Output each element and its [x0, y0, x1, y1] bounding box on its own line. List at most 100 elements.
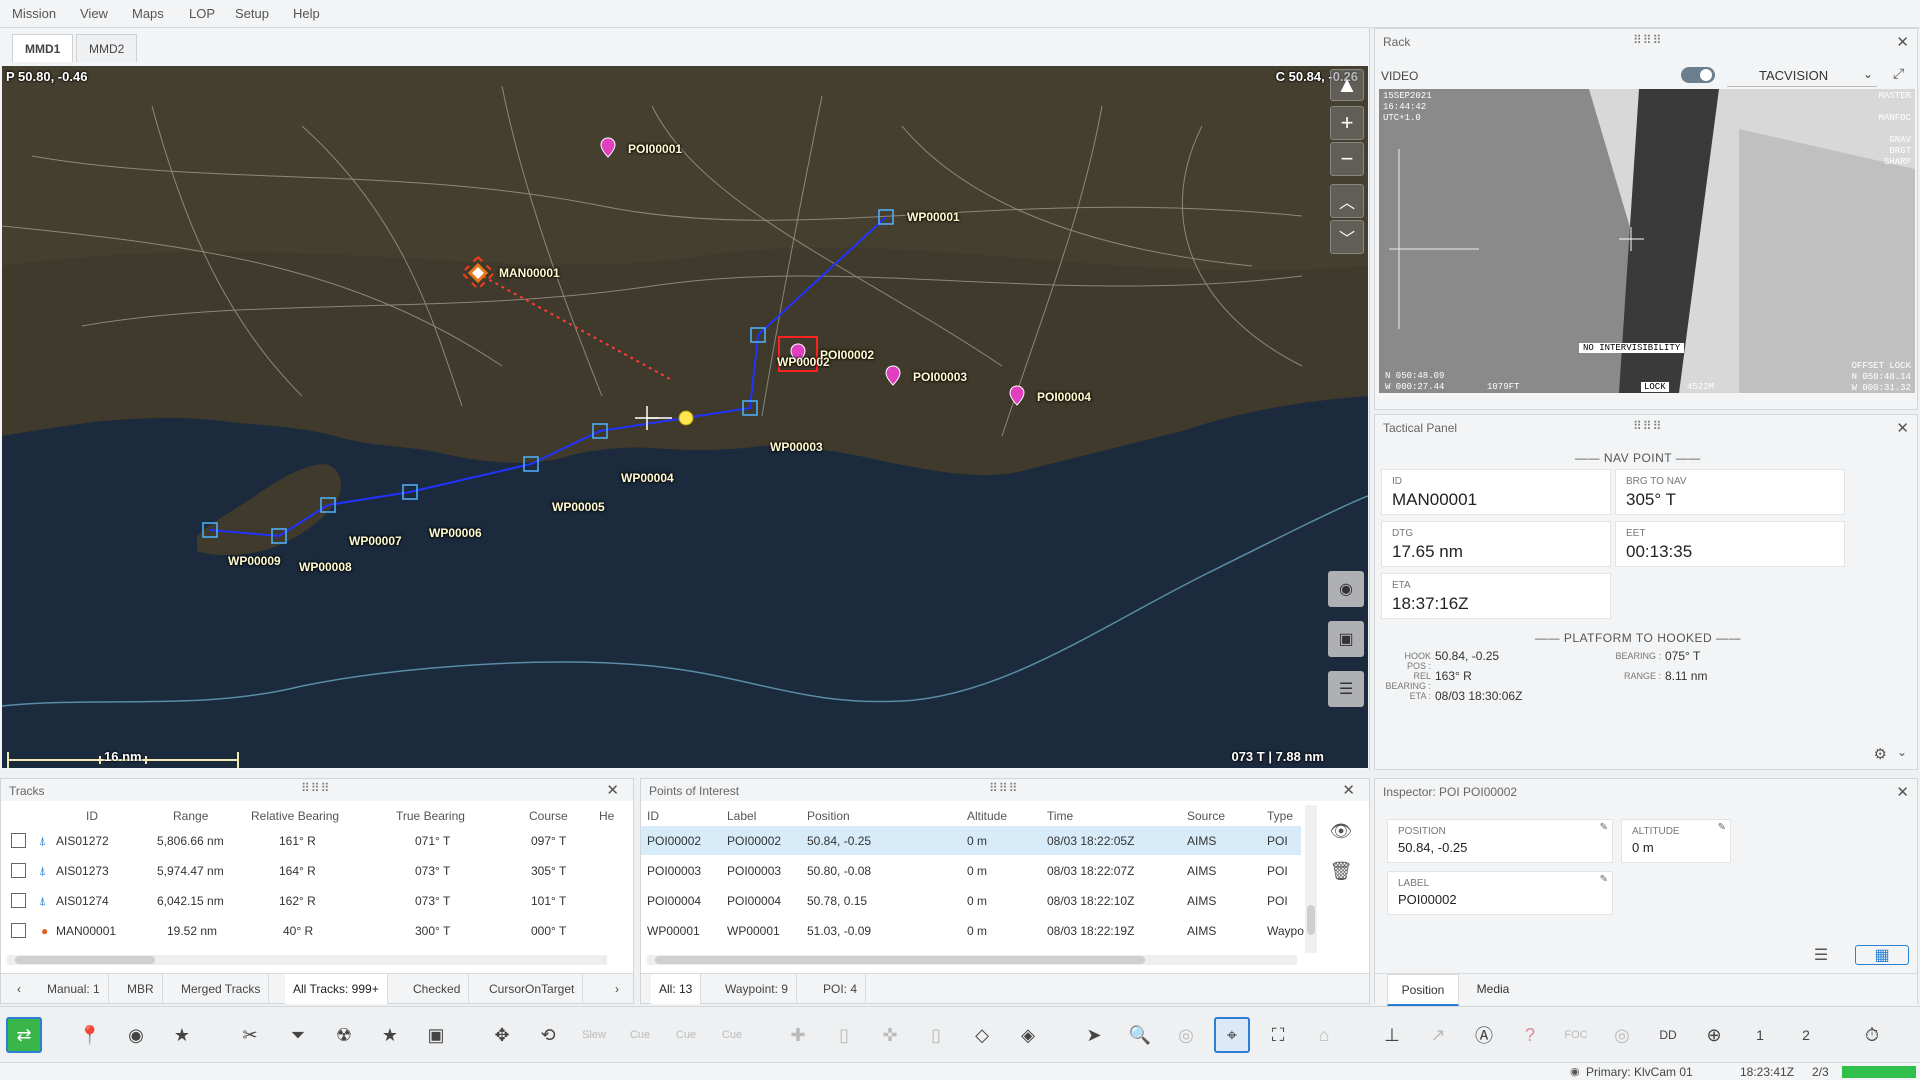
table-row[interactable]: POI00003 POI00003 50.80, -0.08 0 m 08/03… [641, 856, 1301, 885]
col-altitude[interactable]: Altitude [967, 809, 1007, 823]
col-type[interactable]: Type [1267, 809, 1293, 823]
row-checkbox[interactable] [11, 863, 26, 878]
poi-label[interactable]: POI00001 [628, 142, 682, 156]
video-source-select[interactable]: TACVISION ⌄ [1727, 63, 1877, 87]
slew-button[interactable]: Slew [576, 1017, 612, 1053]
ai-route-icon[interactable]: Ⓐ [1466, 1017, 1502, 1053]
zoom-icon[interactable]: 🔍 [1122, 1017, 1158, 1053]
radiation-icon[interactable]: ☢ [326, 1017, 362, 1053]
col-true-bearing[interactable]: True Bearing [396, 809, 465, 823]
close-icon[interactable]: ✕ [606, 781, 619, 799]
tab-media[interactable]: Media [1463, 974, 1523, 1006]
radar-icon[interactable]: ◎ [1168, 1017, 1204, 1053]
sonar-icon[interactable]: ◎ [1604, 1017, 1640, 1053]
network-icon[interactable]: ⊥ [1374, 1017, 1410, 1053]
col-id[interactable]: ID [647, 809, 659, 823]
drag-handle-icon[interactable]: ⠿⠿⠿ [1633, 419, 1662, 433]
col-label[interactable]: Label [727, 809, 756, 823]
position-field[interactable]: POSITION 50.84, -0.25 ✎ [1387, 819, 1613, 863]
cue-send-button[interactable]: Cue [714, 1017, 750, 1053]
list-view-icon[interactable]: ☰ [1801, 945, 1841, 965]
north-arrow-icon[interactable]: ▲ [1330, 69, 1364, 101]
vertical-scrollbar[interactable] [1305, 805, 1317, 953]
filter-all-tracks[interactable]: All Tracks: 999+ [285, 974, 388, 1004]
recenter-icon[interactable]: ⊕ [1696, 1017, 1732, 1053]
filter-mbr[interactable]: MBR [119, 974, 163, 1004]
zoom-in-button[interactable]: + [1330, 106, 1364, 140]
link-icon[interactable]: ↗ [1420, 1017, 1456, 1053]
close-icon[interactable]: ✕ [1342, 781, 1355, 799]
waypoint-label[interactable]: WP00001 [907, 210, 960, 224]
close-icon[interactable]: ✕ [1896, 419, 1909, 437]
filter-poi[interactable]: POI: 4 [815, 974, 867, 1004]
filter-waypoint[interactable]: Waypoint: 9 [717, 974, 797, 1004]
col-time[interactable]: Time [1047, 809, 1073, 823]
close-icon[interactable]: ✕ [1896, 783, 1909, 801]
label-field[interactable]: LABEL POI00002 ✎ [1387, 871, 1613, 915]
poi-move-icon[interactable]: ✜ [872, 1017, 908, 1053]
horizontal-scrollbar[interactable] [647, 955, 1297, 965]
layers-button[interactable]: ☰ [1328, 671, 1364, 707]
drag-handle-icon[interactable]: ⠿⠿⠿ [301, 781, 330, 795]
fit-icon[interactable]: ⛶ [1260, 1017, 1296, 1053]
filter-all[interactable]: All: 13 [651, 974, 702, 1004]
move-icon[interactable]: ✥ [484, 1017, 520, 1053]
menu-setup[interactable]: Setup [235, 6, 269, 21]
video-toggle[interactable] [1681, 67, 1715, 83]
frame-icon[interactable]: ⌂ [1306, 1017, 1342, 1053]
poi-label[interactable]: POI00002 [820, 348, 874, 362]
filter-manual[interactable]: Manual: 1 [39, 974, 109, 1004]
col-id[interactable]: ID [86, 809, 98, 823]
expand-icon[interactable]: ⤢ [1893, 65, 1904, 82]
chevron-down-icon[interactable]: ﹀ [1330, 220, 1364, 254]
menu-view[interactable]: View [80, 6, 108, 21]
chevron-up-icon[interactable]: ︿ [1330, 184, 1364, 218]
waypoint-label[interactable]: WP00007 [349, 534, 402, 548]
col-relative-bearing[interactable]: Relative Bearing [251, 809, 339, 823]
table-row[interactable]: ⍋ AIS01274 6,042.15 nm 162° R 073° T 101… [1, 886, 633, 915]
grid-view-icon[interactable]: ▦ [1855, 945, 1909, 965]
swap-arrows-icon[interactable]: ⇄ [6, 1017, 42, 1053]
operator-1-button[interactable]: 1 [1742, 1017, 1778, 1053]
poi-add-icon[interactable]: ✚ [780, 1017, 816, 1053]
table-row[interactable]: WP00001 WP00001 51.03, -0.09 0 m 08/03 1… [641, 916, 1304, 945]
row-checkbox[interactable] [11, 893, 26, 908]
tab-mmd1[interactable]: MMD1 [12, 34, 74, 62]
image-icon[interactable]: ▣ [418, 1017, 454, 1053]
waypoint-hook-icon[interactable]: ◈ [1010, 1017, 1046, 1053]
menu-maps[interactable]: Maps [132, 6, 164, 21]
star-cursor-icon[interactable]: ★ [372, 1017, 408, 1053]
cue-lock-button[interactable]: Cue [622, 1017, 658, 1053]
waypoint-label[interactable]: WP00004 [621, 471, 674, 485]
trash-icon[interactable]: 🗑 [1323, 855, 1359, 887]
target-icon[interactable]: ◉ [118, 1017, 154, 1053]
poi-label[interactable]: POI00004 [1037, 390, 1091, 404]
focus-target-icon[interactable]: ⌖ [1214, 1017, 1250, 1053]
row-checkbox[interactable] [11, 923, 26, 938]
filter-merged[interactable]: Merged Tracks [173, 974, 270, 1004]
chevron-down-icon[interactable]: ⌄ [1897, 745, 1907, 759]
history-icon[interactable]: ⟲ [530, 1017, 566, 1053]
poi-query-icon[interactable]: ? [1512, 1017, 1548, 1053]
navigate-icon[interactable]: ➤ [1076, 1017, 1112, 1053]
gear-icon[interactable]: ⚙ [1874, 745, 1887, 763]
waypoint-label[interactable]: WP00006 [429, 526, 482, 540]
menu-mission[interactable]: Mission [12, 6, 56, 21]
eye-icon[interactable]: 👁 [1323, 815, 1359, 847]
foc-button[interactable]: FOC [1558, 1017, 1594, 1053]
menu-lop[interactable]: LOP [189, 6, 215, 21]
col-source[interactable]: Source [1187, 809, 1225, 823]
clock-icon[interactable]: ⏱ [1854, 1017, 1890, 1053]
camera-view-button[interactable]: ▣ [1328, 621, 1364, 657]
drag-handle-icon[interactable]: ⠿⠿⠿ [989, 781, 1018, 795]
tab-mmd2[interactable]: MMD2 [76, 34, 138, 62]
poi-doc-icon[interactable]: ▯ [918, 1017, 954, 1053]
man-label[interactable]: MAN00001 [499, 266, 560, 280]
close-icon[interactable]: ✕ [1896, 33, 1909, 51]
altitude-field[interactable]: ALTITUDE 0 m ✎ [1621, 819, 1731, 863]
filter-checked[interactable]: Checked [405, 974, 470, 1004]
col-position[interactable]: Position [807, 809, 850, 823]
table-row-selected[interactable]: POI00002 POI00002 50.84, -0.25 0 m 08/03… [641, 826, 1301, 855]
row-checkbox[interactable] [11, 833, 26, 848]
video-feed[interactable]: 15SEP2021 16:44:42 UTC+1.0 MASTER MANFOC… [1379, 89, 1915, 393]
